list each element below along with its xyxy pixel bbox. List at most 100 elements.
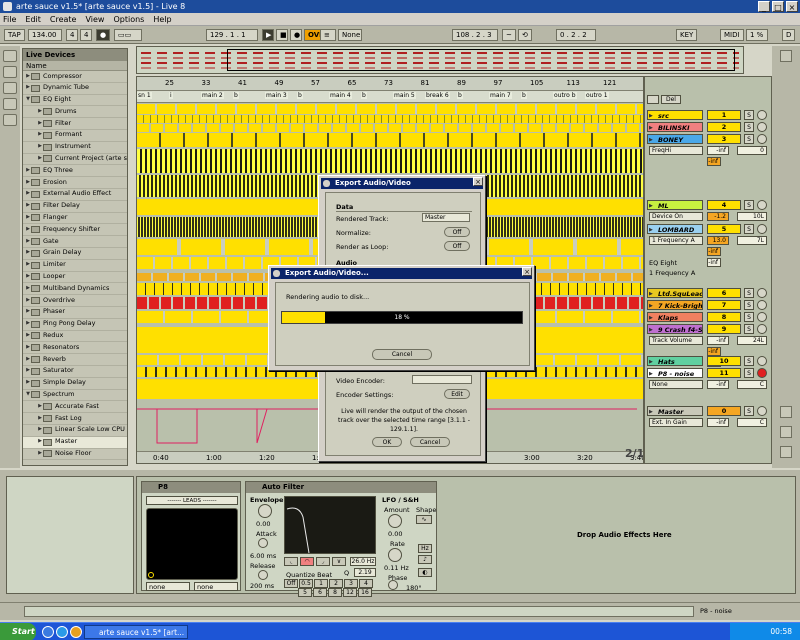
- quantize-beat-button[interactable]: 2: [329, 579, 343, 588]
- track-value-field[interactable]: 13.0: [707, 236, 729, 245]
- overview-selection[interactable]: [227, 49, 735, 71]
- frequency-field[interactable]: 26.0 Hz: [350, 557, 376, 566]
- ie-icon[interactable]: [56, 626, 68, 638]
- arm-button[interactable]: [757, 288, 767, 298]
- track-value-field[interactable]: -1.2: [707, 212, 729, 221]
- track-activator-button[interactable]: 0: [707, 406, 741, 416]
- loop-icon[interactable]: ⟲: [518, 29, 532, 41]
- browser-item[interactable]: ▶ Current Project (arte sa: [23, 154, 127, 166]
- rate-hz-button[interactable]: Hz: [418, 544, 432, 553]
- video-encoder-select[interactable]: [412, 375, 472, 384]
- track-value-field[interactable]: 10L: [737, 212, 767, 221]
- automation-device-select[interactable]: FreqHi: [649, 146, 703, 155]
- track-value-field[interactable]: C: [737, 418, 767, 427]
- arm-button[interactable]: [757, 224, 767, 234]
- browser-item[interactable]: ▶ External Audio Effect: [23, 189, 127, 201]
- track-activator-button[interactable]: 4: [707, 200, 741, 210]
- track-value-field[interactable]: -inf: [707, 146, 729, 155]
- midi-map-button[interactable]: MIDI: [720, 29, 744, 41]
- locator-marker[interactable]: b: [521, 92, 527, 99]
- rate-sync-icon[interactable]: ♪: [418, 555, 432, 564]
- stop-icon[interactable]: ■: [276, 29, 288, 41]
- locator-marker[interactable]: main 7: [489, 92, 512, 99]
- filter-graph[interactable]: [284, 496, 376, 554]
- browser-item[interactable]: ▼ EQ Eight: [23, 95, 127, 107]
- browser-item[interactable]: ▶ Limiter: [23, 260, 127, 272]
- punch-in-icon[interactable]: ~: [502, 29, 516, 41]
- track-name[interactable]: ML: [647, 200, 703, 210]
- browser-item[interactable]: ▼ Spectrum: [23, 390, 127, 402]
- quantize-select[interactable]: None: [338, 29, 362, 41]
- browser-item[interactable]: ▶ Master: [23, 436, 127, 449]
- browser-item[interactable]: ▶ Redux: [23, 331, 127, 343]
- loop-start-field[interactable]: 108 . 2 . 3: [452, 29, 498, 41]
- quantize-beat-button[interactable]: 8: [328, 588, 342, 597]
- export-dialog-close-button[interactable]: ×: [473, 177, 483, 186]
- browser-item[interactable]: ▶ Formant: [23, 130, 127, 142]
- browser-item[interactable]: ▶ Filter: [23, 118, 127, 130]
- quantize-beat-button[interactable]: 3: [344, 579, 358, 588]
- arm-button[interactable]: [757, 122, 767, 132]
- browser-item[interactable]: ▶ EQ Three: [23, 165, 127, 178]
- solo-button[interactable]: S: [744, 224, 754, 234]
- track-value-field[interactable]: 7L: [737, 236, 767, 245]
- maximize-button[interactable]: □: [772, 1, 784, 12]
- track-value-field[interactable]: 0: [737, 146, 767, 155]
- track-name[interactable]: BONEY: [647, 134, 703, 144]
- track-activator-button[interactable]: 10: [707, 356, 741, 366]
- track-activator-button[interactable]: 3: [707, 134, 741, 144]
- rendered-track-select[interactable]: Master: [422, 213, 470, 222]
- x-assign-select[interactable]: none: [146, 582, 190, 591]
- browser-item[interactable]: ▶ Resonators: [23, 342, 127, 355]
- track-name[interactable]: BILINSKI: [647, 122, 703, 132]
- tap-button[interactable]: TAP: [4, 29, 25, 41]
- media-icon[interactable]: [70, 626, 82, 638]
- quantize-beat-button[interactable]: 4: [359, 579, 373, 588]
- arm-button[interactable]: [757, 312, 767, 322]
- track-activator-button[interactable]: 1: [707, 110, 741, 120]
- track-activator-button[interactable]: 7: [707, 300, 741, 310]
- track-activator-button[interactable]: 6: [707, 288, 741, 298]
- start-button[interactable]: Start: [0, 623, 36, 640]
- solo-button[interactable]: S: [744, 324, 754, 334]
- render-cancel-button[interactable]: Cancel: [372, 349, 432, 360]
- track-lane[interactable]: [137, 115, 643, 123]
- automation-device-select[interactable]: None: [649, 380, 703, 389]
- track-lane[interactable]: [137, 149, 643, 173]
- export-ok-button[interactable]: OK: [372, 437, 402, 447]
- offset-icon[interactable]: ◐: [418, 568, 432, 577]
- locator-marker[interactable]: b: [457, 92, 463, 99]
- browser-item[interactable]: ▶ Phaser: [23, 307, 127, 319]
- browser-item[interactable]: ▶ Saturator: [23, 366, 127, 378]
- delete-button[interactable]: Del: [661, 95, 681, 104]
- menu-edit[interactable]: Edit: [25, 15, 41, 24]
- browser-item[interactable]: ▶ Grain Delay: [23, 248, 127, 260]
- loop-length-field[interactable]: 0 . 2 . 2: [556, 29, 596, 41]
- quantize-beat-button[interactable]: 16: [358, 588, 372, 597]
- follow-icon[interactable]: ▭▭: [114, 29, 142, 41]
- browser-item[interactable]: ▶ Simple Delay: [23, 378, 127, 390]
- arm-button[interactable]: [757, 134, 767, 144]
- track-name[interactable]: 9 Crash f4-S: [647, 324, 703, 334]
- scroll-icon-2[interactable]: [780, 426, 792, 438]
- tempo-field[interactable]: 134.00: [28, 29, 62, 41]
- browser-item[interactable]: ▶ Filter Delay: [23, 201, 127, 213]
- browser-item[interactable]: ▶ Noise Floor: [23, 449, 127, 461]
- track-value-field[interactable]: -inf: [707, 157, 721, 166]
- browser-item[interactable]: ▶ Dynamic Tube: [23, 83, 127, 95]
- view-toggle-icon[interactable]: [780, 50, 792, 62]
- track-value-field[interactable]: -inf: [707, 336, 729, 345]
- menu-file[interactable]: File: [3, 15, 16, 24]
- menu-create[interactable]: Create: [50, 15, 77, 24]
- automation-device-select[interactable]: 1 Frequency A: [649, 236, 703, 245]
- menu-view[interactable]: View: [85, 15, 104, 24]
- track-name[interactable]: src: [647, 110, 703, 120]
- metronome-icon[interactable]: ●: [96, 29, 110, 41]
- record-icon[interactable]: ●: [290, 29, 302, 41]
- track-value-field[interactable]: -inf: [707, 380, 729, 389]
- scroll-icon[interactable]: [780, 406, 792, 418]
- meter-numerator[interactable]: 4: [66, 29, 79, 41]
- desktop-icon[interactable]: [42, 626, 54, 638]
- phase-knob[interactable]: [388, 580, 398, 590]
- browser-file-icon-2[interactable]: [3, 98, 17, 110]
